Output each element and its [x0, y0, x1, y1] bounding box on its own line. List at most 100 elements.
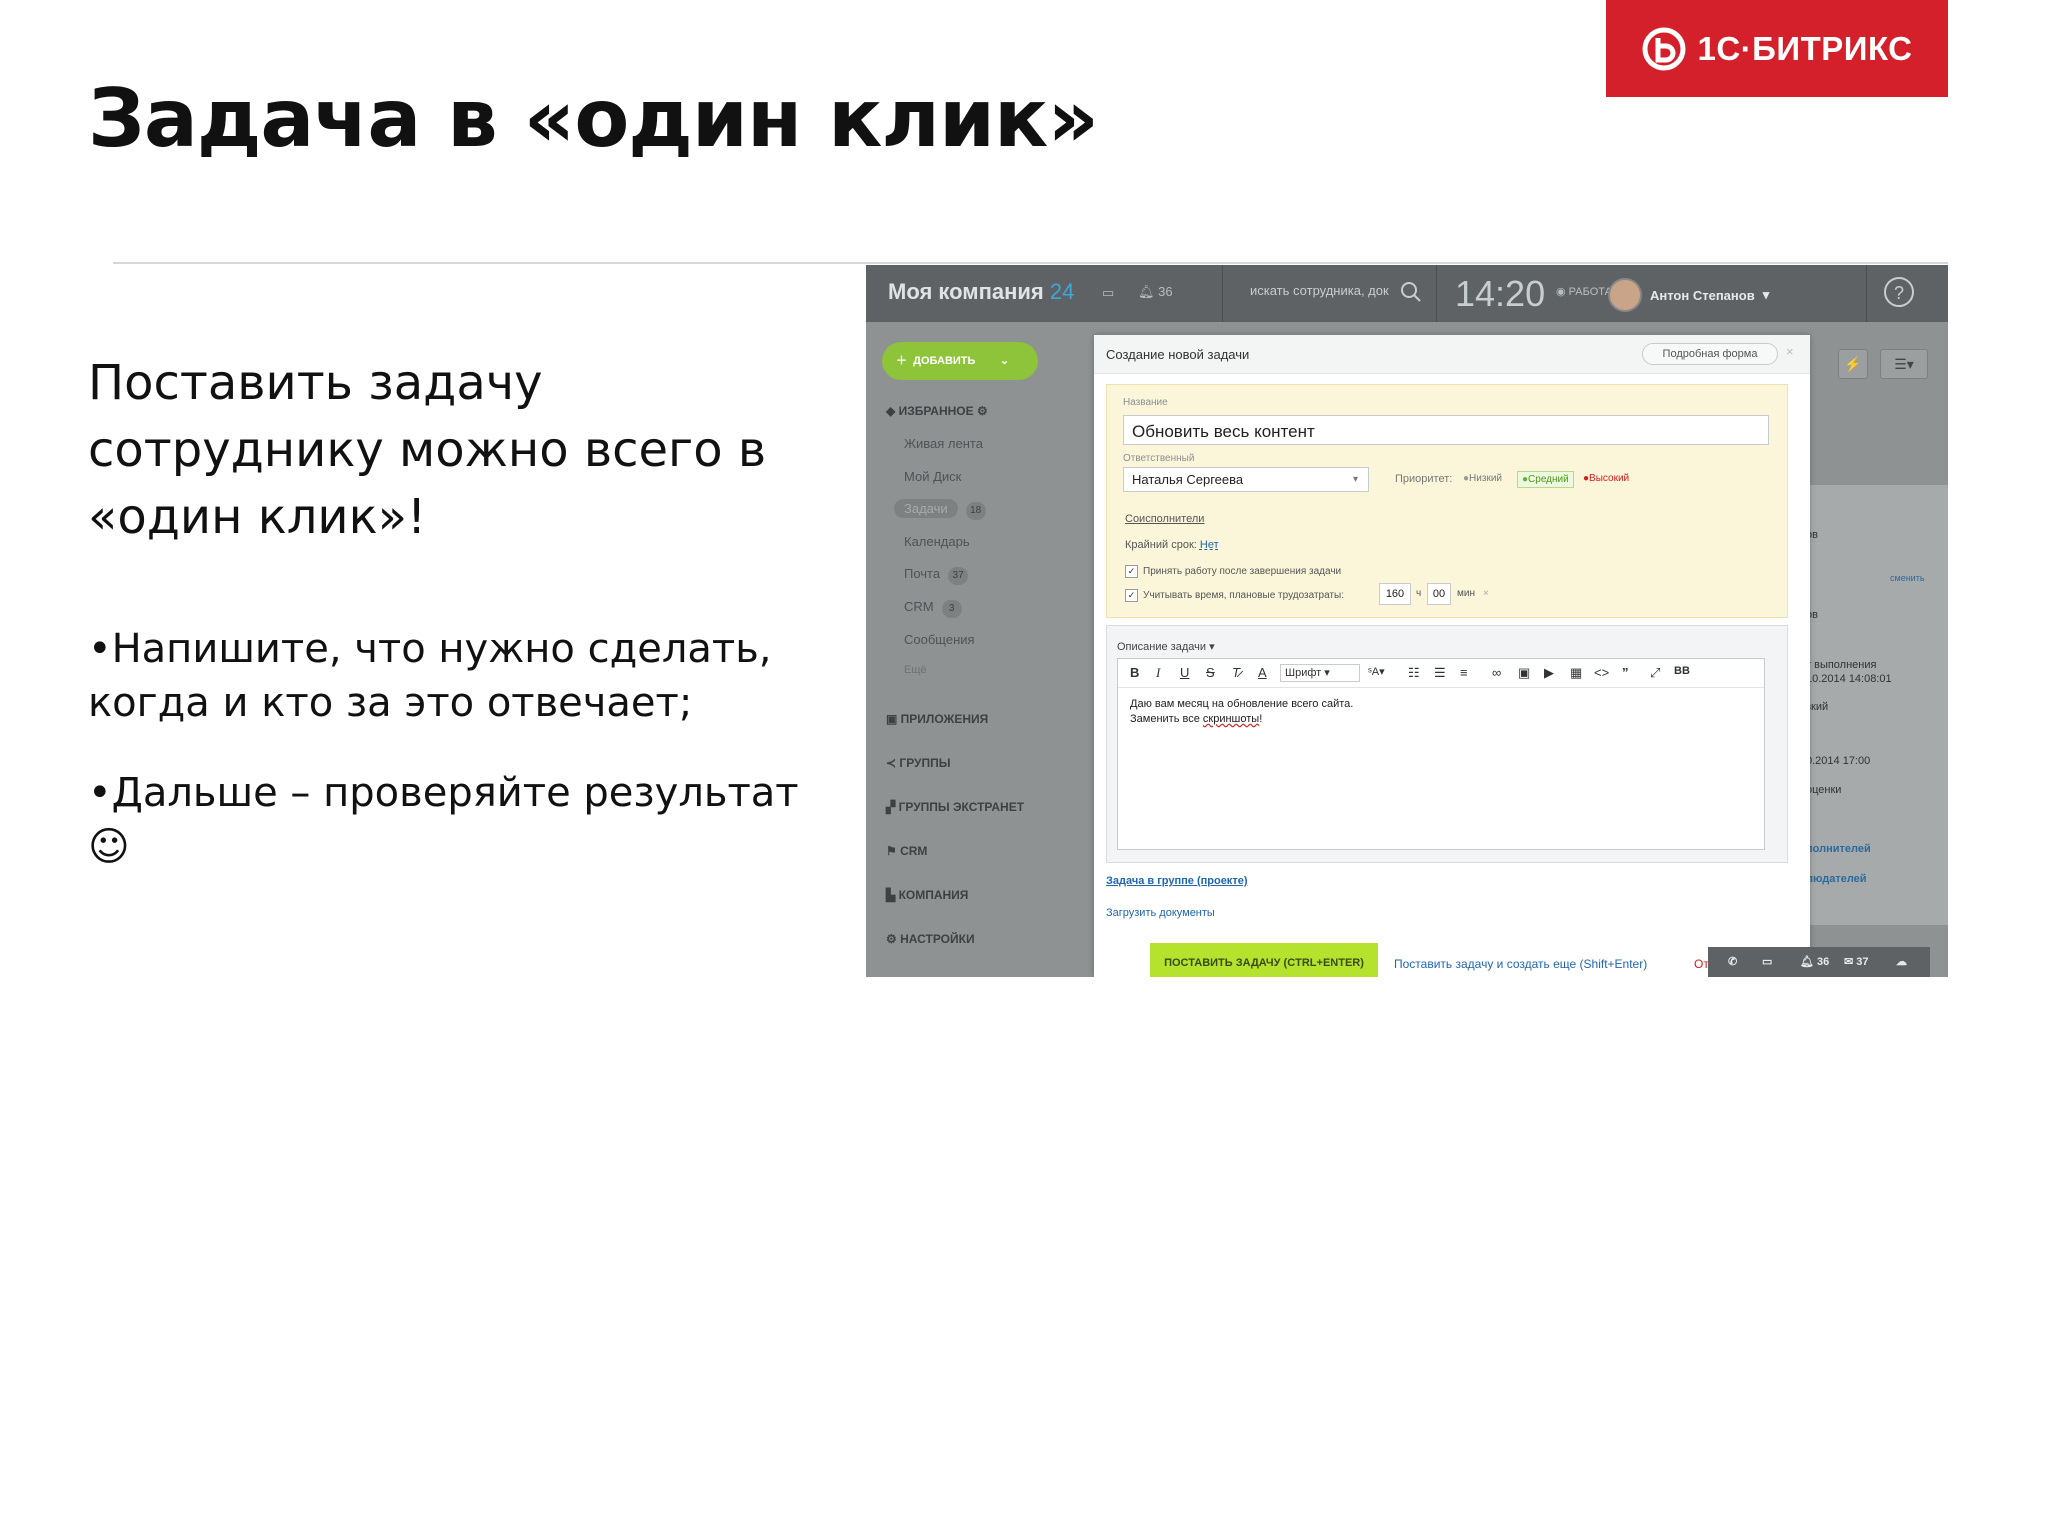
description-text[interactable]: Даю вам месяц на обновление всего сайта.…: [1130, 697, 1353, 727]
dialog-header: Создание новой задачи Подробная форма ×: [1094, 335, 1810, 374]
checkbox-checked-icon: ✓: [1125, 565, 1138, 578]
search-icon[interactable]: [1400, 281, 1422, 303]
avatar: [1608, 278, 1642, 312]
minutes-input[interactable]: 00: [1427, 583, 1451, 605]
time-label: Учитывать время, плановые трудозатраты:: [1143, 590, 1344, 602]
bullet-1: •Напишите, что нужно сделать, когда и кт…: [88, 626, 772, 726]
panel-button[interactable]: полнителей: [1806, 843, 1871, 855]
panel-button[interactable]: людателей: [1806, 873, 1867, 885]
sidebar-section-crm[interactable]: ⚑ CRM: [886, 844, 927, 858]
numbered-list-icon[interactable]: ☷: [1408, 665, 1420, 681]
close-icon[interactable]: ×: [1786, 344, 1794, 359]
sidebar-section-extranet[interactable]: ▞ ГРУППЫ ЭКСТРАНЕТ: [886, 800, 1024, 814]
priority-medium[interactable]: ●Средний: [1517, 471, 1574, 488]
bold-icon[interactable]: B: [1130, 665, 1139, 680]
sidebar-section-apps[interactable]: ▣ ПРИЛОЖЕНИЯ: [886, 712, 988, 726]
list-menu-icon[interactable]: ☰▾: [1880, 349, 1928, 379]
track-time-checkbox[interactable]: ✓ Учитывать время, плановые трудозатраты:: [1125, 589, 1344, 602]
add-button[interactable]: ＋ ДОБАВИТЬ ⌄: [882, 342, 1038, 380]
deadline-row: Крайний срок: Нет: [1125, 539, 1219, 551]
coexecutors-link[interactable]: Соисполнители: [1125, 513, 1204, 525]
strikethrough-icon[interactable]: S: [1206, 665, 1215, 680]
font-size-icon[interactable]: ˢA▾: [1368, 665, 1385, 678]
fullscreen-icon[interactable]: ⤢: [1650, 665, 1660, 681]
change-link[interactable]: сменить: [1890, 573, 1925, 583]
mail-badge: 37: [948, 567, 969, 585]
sidebar-section-groups[interactable]: ≺ ГРУППЫ: [886, 756, 951, 770]
chevron-down-icon: ▾: [1209, 641, 1215, 653]
search-input[interactable]: искать сотрудника, док: [1250, 283, 1389, 298]
sidebar-item-label: Почта: [904, 566, 941, 581]
user-menu[interactable]: Антон Степанов ▾: [1608, 278, 1769, 312]
name-label: Название: [1123, 397, 1168, 408]
clear-time-icon[interactable]: ×: [1483, 588, 1489, 599]
create-task-button[interactable]: ПОСТАВИТЬ ЗАДАЧУ (CTRL+ENTER): [1150, 943, 1378, 977]
chevron-down-icon: ⌄: [999, 355, 1010, 367]
topbar-separator: [1436, 265, 1437, 322]
sidebar-item-more[interactable]: Ещё: [904, 664, 927, 676]
quote-icon[interactable]: ”: [1622, 665, 1629, 680]
link-icon[interactable]: ∞: [1492, 665, 1501, 680]
sidebar-item-crm[interactable]: CRM 3: [904, 599, 962, 618]
clock-time[interactable]: 14:20: [1455, 273, 1545, 315]
editor-toolbar: B I U S T̷ A Шрифт ▾ ˢA▾ ☷ ☰ ≡ ∞ ▣ ▶ ▦ <…: [1118, 659, 1764, 688]
sidebar-item-calendar[interactable]: Календарь: [904, 534, 970, 549]
priority-low[interactable]: ●Низкий: [1459, 471, 1506, 486]
accept-work-checkbox[interactable]: ✓ Принять работу после завершения задачи: [1125, 565, 1341, 578]
code-icon[interactable]: <>: [1594, 665, 1609, 680]
bottom-messenger-bar: ✆ ▭ 🔔︎ 36 ✉ 37 ☁: [1708, 947, 1930, 977]
table-icon[interactable]: ▦: [1570, 665, 1582, 681]
sidebar-section-company[interactable]: ▙ КОМПАНИЯ: [886, 888, 968, 902]
description-editor[interactable]: B I U S T̷ A Шрифт ▾ ˢA▾ ☷ ☰ ≡ ∞ ▣ ▶ ▦ <…: [1117, 658, 1765, 850]
priority-high[interactable]: ●Высокий: [1579, 471, 1633, 486]
title-divider: [113, 262, 1948, 264]
favorites-header[interactable]: ◆ ИЗБРАННОЕ ⚙: [886, 404, 988, 418]
bbcode-icon[interactable]: BB: [1674, 665, 1690, 677]
text-color-icon[interactable]: A: [1258, 665, 1267, 680]
company-num: 24: [1049, 279, 1075, 304]
task-group-link[interactable]: Задача в группе (проекте): [1106, 875, 1248, 887]
underline-icon[interactable]: U: [1180, 665, 1189, 680]
detailed-form-button[interactable]: Подробная форма: [1642, 343, 1778, 365]
italic-icon[interactable]: I: [1156, 665, 1160, 681]
task-name-input[interactable]: Обновить весь контент: [1123, 415, 1769, 445]
sidebar-item-messages[interactable]: Сообщения: [904, 632, 975, 647]
video-icon[interactable]: ▶: [1544, 665, 1554, 681]
help-button[interactable]: ?: [1884, 277, 1914, 307]
sidebar-section-settings[interactable]: ⚙ НАСТРОЙКИ: [886, 932, 975, 946]
image-icon[interactable]: ▣: [1518, 665, 1530, 681]
lightning-icon[interactable]: ⚡: [1838, 349, 1868, 379]
hours-input[interactable]: 160: [1379, 583, 1411, 605]
font-select[interactable]: Шрифт ▾: [1280, 664, 1360, 682]
sidebar-item-feed[interactable]: Живая лента: [904, 436, 983, 451]
create-and-new-link[interactable]: Поставить задачу и создать еще (Shift+En…: [1394, 957, 1647, 971]
network-icon[interactable]: ☁: [1896, 955, 1907, 968]
sidebar-item-disk[interactable]: Мой Диск: [904, 469, 961, 484]
clear-format-icon[interactable]: T̷: [1232, 665, 1240, 680]
bullet-list-icon[interactable]: ☰: [1434, 665, 1446, 681]
description-label[interactable]: Описание задачи ▾: [1117, 640, 1215, 653]
align-icon[interactable]: ≡: [1460, 665, 1468, 680]
accept-label: Принять работу после завершения задачи: [1143, 566, 1342, 578]
sidebar-item-tasks[interactable]: Задачи 18: [894, 499, 986, 520]
panel-text: 10.2014 14:08:01: [1806, 673, 1892, 685]
company-name[interactable]: Моя компания 24: [888, 279, 1074, 305]
upload-documents-link[interactable]: Загрузить документы: [1106, 907, 1215, 919]
mail-icon[interactable]: ✉ 37: [1844, 955, 1869, 968]
responsible-select[interactable]: Наталья Сергеева: [1123, 467, 1369, 492]
crm-badge: 3: [941, 600, 962, 618]
bell-icon[interactable]: 🔔︎ 36: [1800, 955, 1829, 968]
phone-icon[interactable]: ✆: [1728, 955, 1737, 968]
logo-text: 1С·БИТРИКС: [1697, 29, 1913, 67]
description-line-2: Заменить все скриншоты!: [1130, 712, 1353, 727]
deadline-link[interactable]: Нет: [1200, 539, 1219, 551]
bell-icon[interactable]: 🔔︎ 36: [1138, 284, 1173, 300]
sidebar-item-mail[interactable]: Почта 37: [904, 566, 969, 585]
task-form: Название Обновить весь контент Ответстве…: [1106, 384, 1788, 618]
notification-count: 36: [1158, 284, 1173, 299]
chat-icon[interactable]: ▭: [1762, 955, 1772, 968]
deadline-label: Крайний срок:: [1125, 539, 1197, 551]
gear-icon[interactable]: ⚙: [977, 404, 988, 418]
chat-icon[interactable]: ▭: [1102, 285, 1114, 301]
misspelled-word: скриншоты: [1202, 713, 1260, 725]
